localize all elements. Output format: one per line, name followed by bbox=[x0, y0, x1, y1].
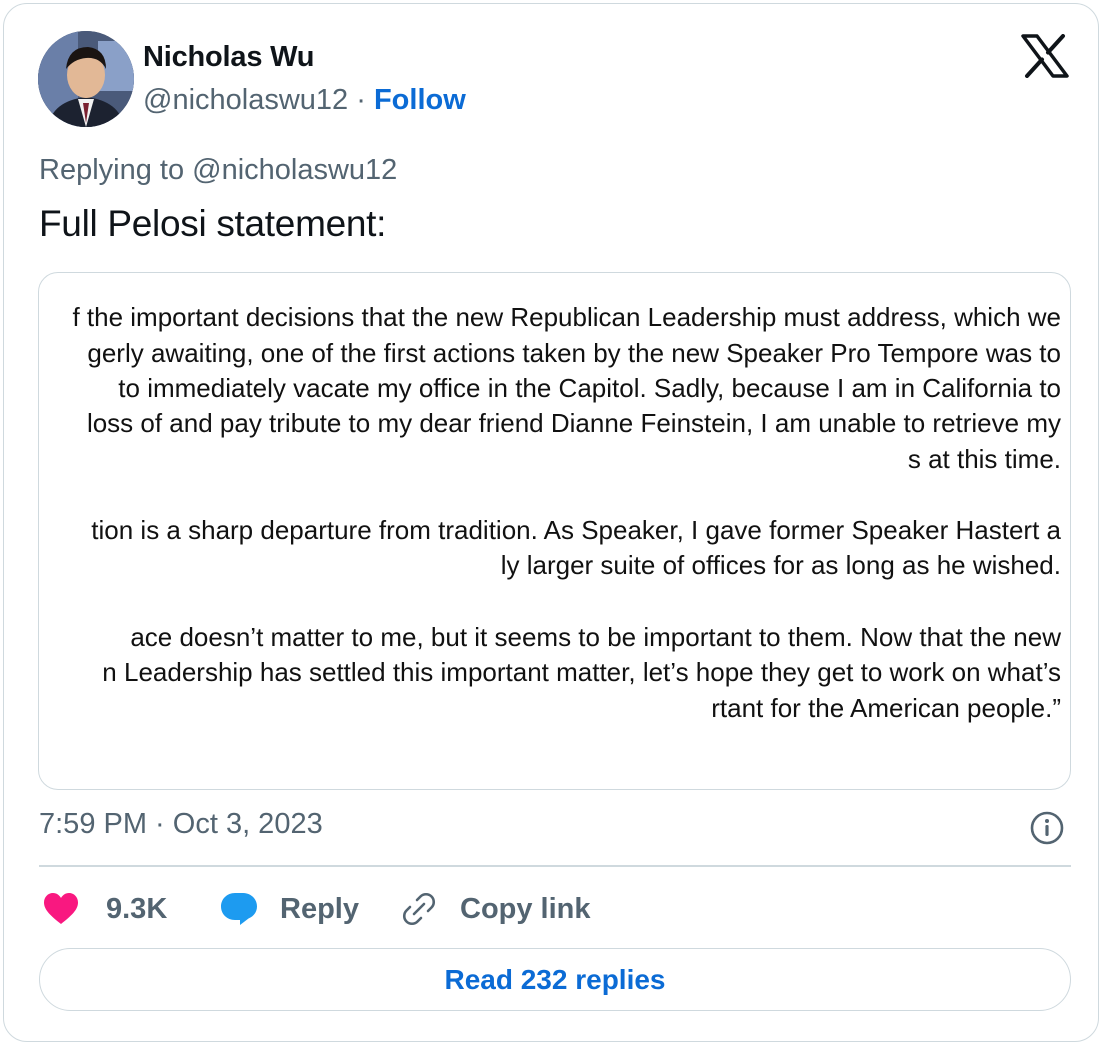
like-button[interactable]: 9.3K bbox=[43, 886, 167, 932]
divider bbox=[39, 865, 1071, 867]
statement-line: s at this time. bbox=[907, 444, 1061, 474]
statement-image[interactable]: f the important decisions that the new R… bbox=[38, 272, 1071, 790]
reply-label: Reply bbox=[280, 892, 359, 925]
statement-line: n Leadership has settled this important … bbox=[102, 657, 1061, 687]
read-replies-button[interactable]: Read 232 replies bbox=[39, 948, 1071, 1011]
x-logo-icon[interactable] bbox=[1021, 34, 1069, 78]
tweet-card: Nicholas Wu @nicholaswu12 · Follow Reply… bbox=[3, 3, 1099, 1042]
statement-line: ly larger suite of offices for as long a… bbox=[500, 550, 1061, 580]
copy-link-label: Copy link bbox=[460, 892, 591, 925]
statement-line: gerly awaiting, one of the first actions… bbox=[87, 338, 1061, 368]
handle-separator: · bbox=[356, 84, 366, 116]
reply-button[interactable]: Reply bbox=[220, 886, 359, 932]
statement-line: tion is a sharp departure from tradition… bbox=[91, 515, 1061, 545]
heart-icon bbox=[44, 893, 78, 924]
statement-line: to immediately vacate my office in the C… bbox=[118, 373, 1061, 403]
statement-line: rtant for the American people.” bbox=[711, 693, 1061, 723]
follow-button[interactable]: Follow bbox=[374, 84, 466, 116]
info-icon[interactable] bbox=[1029, 810, 1065, 846]
author-handle-row: @nicholaswu12 · Follow bbox=[143, 84, 466, 117]
tweet-timestamp[interactable]: 7:59 PM · Oct 3, 2023 bbox=[39, 808, 323, 841]
reply-bubble-icon bbox=[221, 893, 257, 925]
author-name[interactable]: Nicholas Wu bbox=[143, 41, 314, 74]
replying-to: Replying to @nicholaswu12 bbox=[39, 154, 398, 186]
avatar[interactable] bbox=[38, 31, 134, 127]
statement-line: loss of and pay tribute to my dear frien… bbox=[86, 408, 1061, 438]
statement-line: ace doesn’t matter to me, but it seems t… bbox=[130, 622, 1061, 652]
tweet-text: Full Pelosi statement: bbox=[39, 203, 387, 244]
copy-link-button[interactable]: Copy link bbox=[402, 886, 591, 932]
statement-text-block: f the important decisions that the new R… bbox=[39, 273, 1070, 789]
like-count: 9.3K bbox=[106, 892, 168, 925]
statement-line: f the important decisions that the new R… bbox=[72, 302, 1061, 332]
link-icon bbox=[402, 892, 436, 926]
author-handle[interactable]: @nicholaswu12 bbox=[143, 84, 348, 116]
